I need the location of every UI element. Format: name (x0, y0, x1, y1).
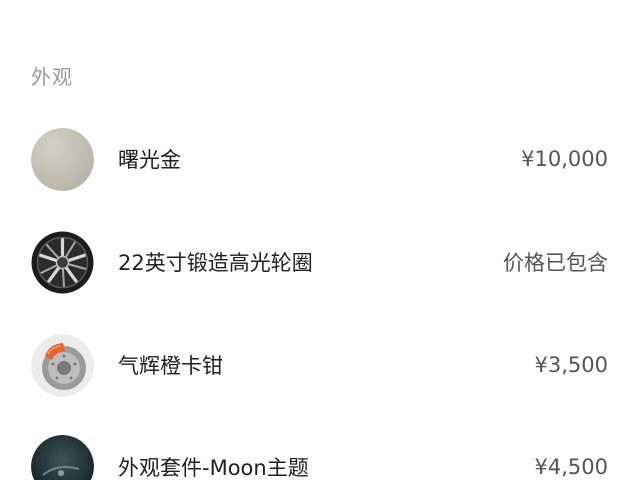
option-name: 气辉橙卡钳 (118, 354, 223, 378)
wheel-rim-icon (31, 231, 94, 294)
option-price: ¥3,500 (534, 353, 608, 377)
option-row-exterior-kit[interactable]: 外观套件-Moon主题 ¥4,500 (0, 432, 640, 480)
option-name: 22英寸锻造高光轮圈 (118, 251, 313, 275)
brake-caliper-icon (31, 334, 94, 397)
moon-theme-kit-icon (31, 435, 94, 480)
option-price: 价格已包含 (503, 251, 608, 275)
option-price: ¥4,500 (534, 455, 608, 479)
exterior-options-page: 外观 曙光金 ¥10,000 22英寸锻造高光轮圈 价格已包含 气辉橙卡钳 ¥3… (0, 0, 640, 480)
option-row-calipers[interactable]: 气辉橙卡钳 ¥3,500 (0, 330, 640, 400)
section-title: 外观 (31, 65, 73, 89)
option-name: 曙光金 (118, 148, 181, 172)
option-row-paint[interactable]: 曙光金 ¥10,000 (0, 124, 640, 194)
option-price: ¥10,000 (521, 147, 608, 171)
option-name: 外观套件-Moon主题 (118, 456, 309, 480)
option-row-wheels[interactable]: 22英寸锻造高光轮圈 价格已包含 (0, 227, 640, 297)
paint-swatch-icon (31, 128, 94, 191)
